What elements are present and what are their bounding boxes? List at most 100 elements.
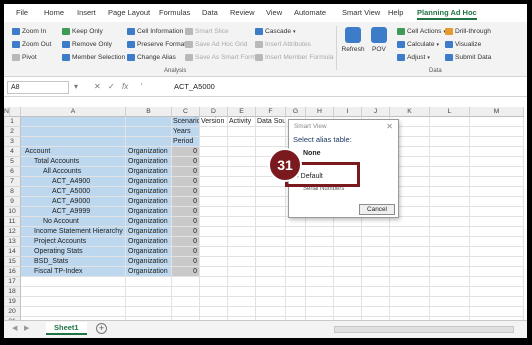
account-name-cell[interactable]: Operating Stats — [21, 247, 126, 257]
row-header[interactable]: 4 — [4, 147, 21, 157]
organization-cell[interactable]: Organization — [126, 177, 172, 187]
grid-cell[interactable] — [172, 287, 200, 297]
cascade-button[interactable]: Cascade ▾ — [255, 26, 296, 37]
tab-file[interactable]: File — [16, 8, 28, 17]
header-cell-scenario[interactable]: Scenario — [172, 117, 200, 127]
grid-cell[interactable] — [228, 197, 256, 207]
grid-cell[interactable] — [286, 247, 306, 257]
tab-smart-view[interactable]: Smart View — [342, 8, 380, 17]
grid-cell[interactable] — [286, 257, 306, 267]
header-cell-years[interactable]: Years — [172, 127, 200, 137]
column-header[interactable]: B — [126, 107, 172, 117]
account-name-cell[interactable]: Account — [21, 147, 126, 157]
visualize-button[interactable]: Visualize — [445, 39, 481, 50]
grid-cell[interactable] — [256, 267, 286, 277]
grid-cell[interactable] — [200, 277, 228, 287]
grid-cell[interactable] — [306, 247, 334, 257]
organization-cell[interactable]: Organization — [126, 257, 172, 267]
row-header[interactable]: 20 — [4, 307, 21, 317]
organization-cell[interactable]: Organization — [126, 217, 172, 227]
grid-cell[interactable] — [430, 247, 470, 257]
grid-cell[interactable] — [21, 297, 126, 307]
grid-cell[interactable] — [430, 237, 470, 247]
grid-cell[interactable] — [430, 257, 470, 267]
account-name-cell[interactable]: All Accounts — [21, 167, 126, 177]
row-header[interactable]: 12 — [4, 227, 21, 237]
grid-cell[interactable] — [4, 177, 5, 187]
grid-cell[interactable] — [256, 277, 286, 287]
tab-data[interactable]: Data — [202, 8, 218, 17]
grid-cell[interactable] — [126, 307, 172, 317]
save-ad-hoc-grid-button[interactable]: Save Ad Hoc Grid — [185, 39, 247, 50]
grid-cell[interactable] — [334, 287, 362, 297]
grid-cell[interactable] — [4, 237, 5, 247]
row-header[interactable]: 7 — [4, 177, 21, 187]
grid-cell[interactable] — [256, 257, 286, 267]
grid-cell[interactable] — [256, 307, 286, 317]
column-header[interactable]: E — [228, 107, 256, 117]
tab-home[interactable]: Home — [44, 8, 64, 17]
grid-cell[interactable] — [228, 187, 256, 197]
organization-cell[interactable]: Organization — [126, 227, 172, 237]
row-header[interactable]: 11 — [4, 217, 21, 227]
column-header[interactable]: D — [200, 107, 228, 117]
grid-cell[interactable] — [470, 287, 524, 297]
grid-cell[interactable] — [470, 207, 524, 217]
grid-cell[interactable] — [430, 117, 470, 127]
organization-cell[interactable]: Organization — [126, 147, 172, 157]
grid-cell[interactable] — [4, 157, 5, 167]
grid-cell[interactable] — [430, 137, 470, 147]
submit-data-button[interactable]: Submit Data — [445, 52, 491, 63]
grid-cell[interactable] — [21, 307, 126, 317]
organization-cell[interactable]: Organization — [126, 207, 172, 217]
column-header[interactable]: K — [390, 107, 430, 117]
grid-cell[interactable] — [362, 307, 390, 317]
grid-cell[interactable] — [4, 227, 5, 237]
grid-cell[interactable] — [256, 287, 286, 297]
grid-cell[interactable] — [362, 217, 390, 227]
column-header[interactable]: A — [21, 107, 126, 117]
scroll-left-icon[interactable]: ◀ — [12, 324, 17, 332]
organization-cell[interactable]: Organization — [126, 247, 172, 257]
insert-attributes-button[interactable]: Insert Attributes — [255, 39, 311, 50]
grid-cell[interactable] — [200, 247, 228, 257]
account-name-cell[interactable]: No Account — [21, 217, 126, 227]
grid-cell[interactable] — [430, 157, 470, 167]
account-name-cell[interactable]: ACT_A4900 — [21, 177, 126, 187]
header-cell-a[interactable] — [21, 137, 126, 147]
grid-cell[interactable] — [200, 217, 228, 227]
grid-cell[interactable] — [334, 297, 362, 307]
grid-cell[interactable] — [306, 237, 334, 247]
member-selection-button[interactable]: Member Selection — [62, 52, 125, 63]
alias-option-none[interactable]: None — [303, 149, 321, 159]
close-icon[interactable]: ✕ — [386, 122, 393, 131]
grid-cell[interactable] — [200, 147, 228, 157]
header-cell-b[interactable] — [126, 117, 172, 127]
organization-cell[interactable]: Organization — [126, 187, 172, 197]
keep-only-button[interactable]: Keep Only — [62, 26, 103, 37]
grid-cell[interactable] — [286, 287, 306, 297]
grid-cell[interactable] — [470, 177, 524, 187]
adjust-button[interactable]: Adjust ▾ — [397, 52, 430, 63]
grid-cell[interactable] — [470, 307, 524, 317]
column-header[interactable]: N — [4, 107, 10, 117]
header-cell-b[interactable] — [126, 137, 172, 147]
grid-cell[interactable] — [430, 127, 470, 137]
grid-cell[interactable] — [4, 307, 5, 317]
grid-cell[interactable] — [228, 207, 256, 217]
grid-cell[interactable] — [4, 187, 5, 197]
grid-cell[interactable] — [256, 187, 286, 197]
grid-cell[interactable] — [430, 277, 470, 287]
grid-cell[interactable] — [470, 147, 524, 157]
grid-cell[interactable] — [390, 297, 430, 307]
grid-cell[interactable] — [200, 187, 228, 197]
organization-cell[interactable]: Organization — [126, 197, 172, 207]
grid-cell[interactable] — [228, 127, 256, 137]
grid-cell[interactable] — [228, 217, 256, 227]
pivot-button[interactable]: Pivot — [12, 52, 37, 63]
grid-cell[interactable] — [4, 297, 5, 307]
grid-cell[interactable] — [286, 217, 306, 227]
grid-cell[interactable] — [362, 247, 390, 257]
grid-cell[interactable] — [228, 237, 256, 247]
tab-automate[interactable]: Automate — [294, 8, 326, 17]
